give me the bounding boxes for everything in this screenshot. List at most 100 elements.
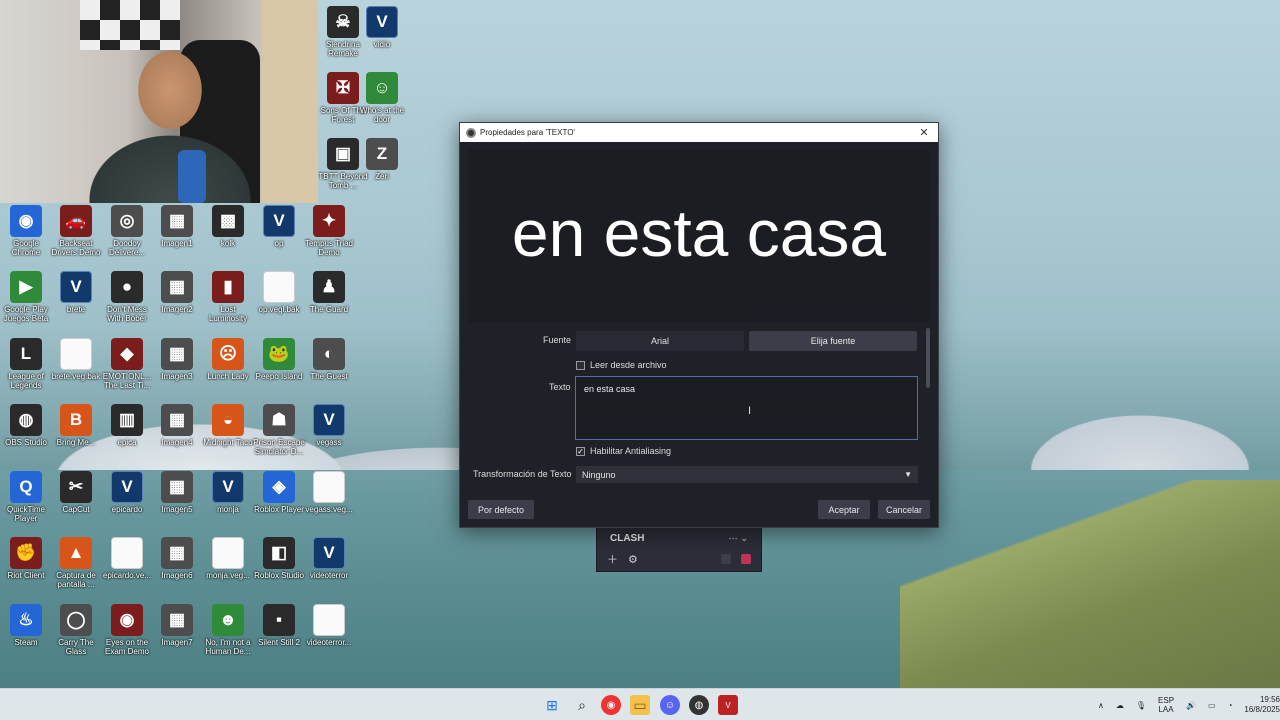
vegas-taskbar-icon[interactable]: V bbox=[718, 695, 738, 715]
desktop-icon[interactable]: epicardo.ve... bbox=[101, 537, 153, 580]
desktop-icon[interactable]: ▦ Imagen2 bbox=[151, 271, 203, 314]
desktop-icon-label: Peepo Island bbox=[255, 372, 303, 381]
dialog-titlebar[interactable]: Propiedades para 'TEXTO' ✕ bbox=[460, 123, 938, 142]
record-icon[interactable] bbox=[741, 554, 751, 564]
obs-scene-dock[interactable]: CLASH ⋯ ⌄ ＋ ⚙ bbox=[596, 527, 762, 572]
desktop-icon[interactable]: ♨ Steam bbox=[0, 604, 52, 647]
file-explorer-icon[interactable]: ▭ bbox=[630, 695, 650, 715]
desktop-icon[interactable]: ☺ Who's at the door bbox=[356, 72, 408, 124]
desktop-icon[interactable]: ● Don't Mess With Bober bbox=[101, 271, 153, 323]
desktop-icon[interactable]: Z Zeri bbox=[356, 138, 408, 181]
cancel-button[interactable]: Cancelar bbox=[878, 500, 930, 519]
desktop-icon[interactable]: ◉ Eyes on the Exam Demo bbox=[101, 604, 153, 656]
discord-icon[interactable]: ☺ bbox=[660, 695, 680, 715]
desktop-icon[interactable]: ◐ The Guest bbox=[303, 338, 355, 381]
desktop-icon[interactable]: Vvideoterror bbox=[303, 537, 355, 580]
cloud-icon[interactable]: ☁ bbox=[1116, 701, 1124, 710]
add-icon[interactable]: ＋ bbox=[607, 551, 618, 567]
desktop-icon[interactable]: ▩ kolk bbox=[202, 205, 254, 248]
desktop-icon-label: kolk bbox=[220, 239, 236, 248]
desktop-icon[interactable]: ◧ Roblox Studio bbox=[253, 537, 305, 580]
desktop-icon[interactable]: ♟ The Guard bbox=[303, 271, 355, 314]
desktop-icon[interactable]: op.vegl.bak bbox=[253, 271, 305, 314]
app-icon bbox=[313, 604, 345, 636]
obs-taskbar-icon[interactable]: ◍ bbox=[689, 695, 709, 715]
desktop-icon[interactable]: ☻ No, I'm not a Human De... bbox=[202, 604, 254, 656]
desktop-icon[interactable]: ◯ Carry The Glass bbox=[50, 604, 102, 656]
search-icon[interactable]: ⌕ bbox=[572, 695, 592, 715]
desktop-icon[interactable]: monja.veg... bbox=[202, 537, 254, 580]
desktop-icon[interactable]: ✂ CapCut bbox=[50, 471, 102, 514]
close-icon[interactable]: ✕ bbox=[916, 126, 932, 139]
desktop-icon[interactable]: 🚗 Backseat Drivers Demo bbox=[50, 205, 102, 257]
defaults-button[interactable]: Por defecto bbox=[468, 500, 534, 519]
volume-icon[interactable]: 🔊 bbox=[1186, 701, 1196, 710]
desktop-icon[interactable]: Vepicardo bbox=[101, 471, 153, 514]
desktop-icon[interactable]: ▦ Imagen6 bbox=[151, 537, 203, 580]
desktop-icon[interactable]: brete.veg.bak bbox=[50, 338, 102, 381]
desktop-icon[interactable]: ▦ Imagen1 bbox=[151, 205, 203, 248]
app-icon: ◍ bbox=[10, 404, 42, 436]
desktop-icon[interactable]: Vop bbox=[253, 205, 305, 248]
dock-square-icon[interactable] bbox=[721, 554, 731, 564]
webcam-person bbox=[70, 30, 270, 203]
accept-button[interactable]: Aceptar bbox=[818, 500, 870, 519]
antialiasing-checkbox[interactable]: ✓ bbox=[576, 446, 585, 456]
desktop-icon[interactable]: ▪ Silent Still 2 bbox=[253, 604, 305, 647]
chrome-icon[interactable]: ◉ bbox=[601, 695, 621, 715]
transform-select[interactable]: Ninguno ▼ bbox=[576, 466, 918, 483]
dock-chevron-icon[interactable]: ⌄ bbox=[740, 533, 748, 543]
app-icon bbox=[60, 338, 92, 370]
windows-start-icon[interactable]: ⊞ bbox=[542, 695, 562, 715]
desktop-icon[interactable]: ✊ Riot Client bbox=[0, 537, 52, 580]
read-file-row[interactable]: Leer desde archivo bbox=[576, 360, 667, 370]
desktop-icon[interactable]: Vvegass bbox=[303, 404, 355, 447]
tray-chevron-icon[interactable]: ∧ bbox=[1098, 701, 1104, 710]
desktop-icon[interactable]: ▥ epica bbox=[101, 404, 153, 447]
desktop-icon[interactable]: ◍ OBS Studio bbox=[0, 404, 52, 447]
gear-icon[interactable]: ⚙ bbox=[628, 553, 638, 566]
desktop-icon[interactable]: ☗ Prison Escape Simulator D... bbox=[253, 404, 305, 456]
choose-font-button[interactable]: Elija fuente bbox=[749, 331, 917, 351]
clock[interactable]: 19:56 16/8/2025 bbox=[1244, 695, 1280, 715]
language-indicator[interactable]: ESP LAA bbox=[1158, 696, 1174, 714]
app-icon: ✊ bbox=[10, 537, 42, 569]
app-icon: L bbox=[10, 338, 42, 370]
desktop-icon[interactable]: ◎ Doodoy Delivere... bbox=[101, 205, 153, 257]
microphone-icon[interactable]: 🎙 bbox=[1136, 701, 1146, 710]
desktop-icon[interactable]: ◈ Roblox Player bbox=[253, 471, 305, 514]
desktop-icon-label: Bring Me... bbox=[56, 438, 96, 447]
dock-scene-row[interactable]: CLASH ⋯ ⌄ bbox=[597, 528, 761, 548]
desktop-icon[interactable]: ◒ Midnight Taco bbox=[202, 404, 254, 447]
desktop-icon[interactable]: Vvidio bbox=[356, 6, 408, 49]
desktop-icon[interactable]: Vmonja bbox=[202, 471, 254, 514]
desktop-icon[interactable]: 🐸 Peepo Island bbox=[253, 338, 305, 381]
antialiasing-row[interactable]: ✓ Habilitar Antialiasing bbox=[576, 446, 671, 456]
read-file-checkbox[interactable] bbox=[576, 360, 585, 370]
desktop-icon[interactable]: ▦ Imagen5 bbox=[151, 471, 203, 514]
text-input[interactable]: en esta casa bbox=[575, 376, 918, 440]
desktop-icon[interactable]: ◆ EMOTIONL... The Last Ti... bbox=[101, 338, 153, 390]
desktop-icon[interactable]: vegass.veg... bbox=[303, 471, 355, 514]
desktop-icon[interactable]: ▮ Lost Luminosity bbox=[202, 271, 254, 323]
dock-more-icon[interactable]: ⋯ bbox=[729, 533, 738, 543]
desktop-icon[interactable]: Vbrete bbox=[50, 271, 102, 314]
desktop-icon[interactable]: L League of Legends bbox=[0, 338, 52, 390]
desktop-icon[interactable]: B Bring Me... bbox=[50, 404, 102, 447]
desktop-icon[interactable]: ◉ Google Chrome bbox=[0, 205, 52, 257]
app-icon: ▦ bbox=[161, 604, 193, 636]
display-icon[interactable]: ▭ bbox=[1208, 701, 1216, 710]
desktop-icon[interactable]: Q QuickTime Player bbox=[0, 471, 52, 523]
desktop-icon[interactable]: videoterror... bbox=[303, 604, 355, 647]
network-icon[interactable]: ◔ bbox=[1228, 701, 1233, 710]
desktop-icon-label: vegass bbox=[316, 438, 342, 447]
dialog-scrollbar[interactable] bbox=[926, 328, 930, 388]
desktop-icon[interactable]: ☹ Lunch Lady bbox=[202, 338, 254, 381]
desktop-icon[interactable]: ▶ Google Play Juegos Beta bbox=[0, 271, 52, 323]
desktop-icon[interactable]: ✦ Tempus Triad Demo bbox=[303, 205, 355, 257]
desktop-icon[interactable]: ▦ Imagen3 bbox=[151, 338, 203, 381]
desktop-icon[interactable]: ▲ Captura de pantalla ... bbox=[50, 537, 102, 589]
desktop-icon[interactable]: ▦ Imagen4 bbox=[151, 404, 203, 447]
desktop-icon[interactable]: ▦ Imagen7 bbox=[151, 604, 203, 647]
desktop-icon-label: Who's at the door bbox=[359, 106, 405, 124]
